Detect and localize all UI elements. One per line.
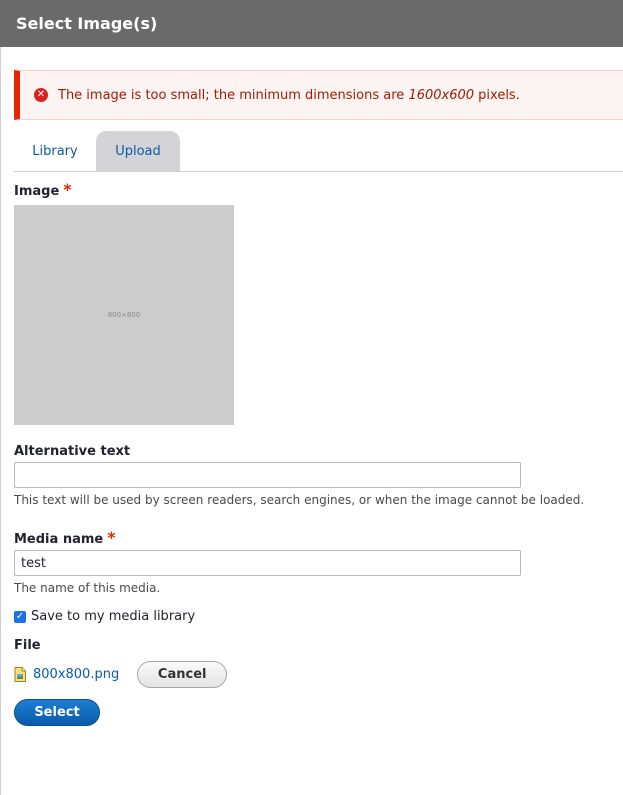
- alt-text-input[interactable]: [14, 462, 521, 488]
- save-library-row: ✓ Save to my media library: [14, 609, 623, 624]
- tab-upload[interactable]: Upload: [96, 131, 180, 171]
- dialog-title: Select Image(s): [16, 14, 158, 33]
- error-text: The image is too small; the minimum dime…: [58, 88, 520, 103]
- error-message: ✕ The image is too small; the minimum di…: [14, 70, 623, 120]
- cancel-button[interactable]: Cancel: [137, 661, 228, 688]
- file-label-text: File: [14, 638, 41, 653]
- image-preview: 800×800: [14, 205, 234, 425]
- tab-bar: Library Upload: [14, 131, 623, 172]
- image-preview-text: 800×800: [107, 311, 141, 319]
- save-library-label[interactable]: Save to my media library: [31, 609, 195, 624]
- required-marker: *: [63, 180, 72, 199]
- file-label: File: [14, 638, 623, 653]
- image-file-icon: [14, 667, 26, 682]
- alt-text-description: This text will be used by screen readers…: [14, 493, 585, 507]
- error-icon: ✕: [34, 88, 48, 102]
- media-name-description: The name of this media.: [14, 581, 161, 595]
- dialog-content: ✕ The image is too small; the minimum di…: [0, 70, 623, 726]
- error-dimensions: 1600x600: [408, 87, 475, 103]
- required-marker: *: [107, 528, 116, 547]
- file-row: 800x800.png Cancel: [14, 661, 623, 688]
- alt-text-label-text: Alternative text: [14, 444, 131, 459]
- error-text-suffix: pixels.: [474, 87, 520, 103]
- media-name-input[interactable]: [14, 550, 521, 576]
- select-images-dialog: Select Image(s) ✕ The image is too small…: [0, 0, 623, 795]
- dialog-left-border: [0, 47, 1, 795]
- media-name-label: Media name *: [14, 528, 623, 548]
- save-library-checkbox[interactable]: ✓: [14, 610, 26, 623]
- image-field-label: Image *: [14, 180, 623, 200]
- alt-text-label: Alternative text: [14, 444, 623, 459]
- tab-library[interactable]: Library: [14, 131, 96, 171]
- image-label-text: Image: [14, 184, 60, 199]
- error-text-prefix: The image is too small; the minimum dime…: [58, 87, 409, 103]
- select-button[interactable]: Select: [14, 699, 100, 726]
- media-name-label-text: Media name: [14, 532, 104, 547]
- file-link[interactable]: 800x800.png: [33, 667, 119, 682]
- dialog-titlebar: Select Image(s): [0, 0, 623, 47]
